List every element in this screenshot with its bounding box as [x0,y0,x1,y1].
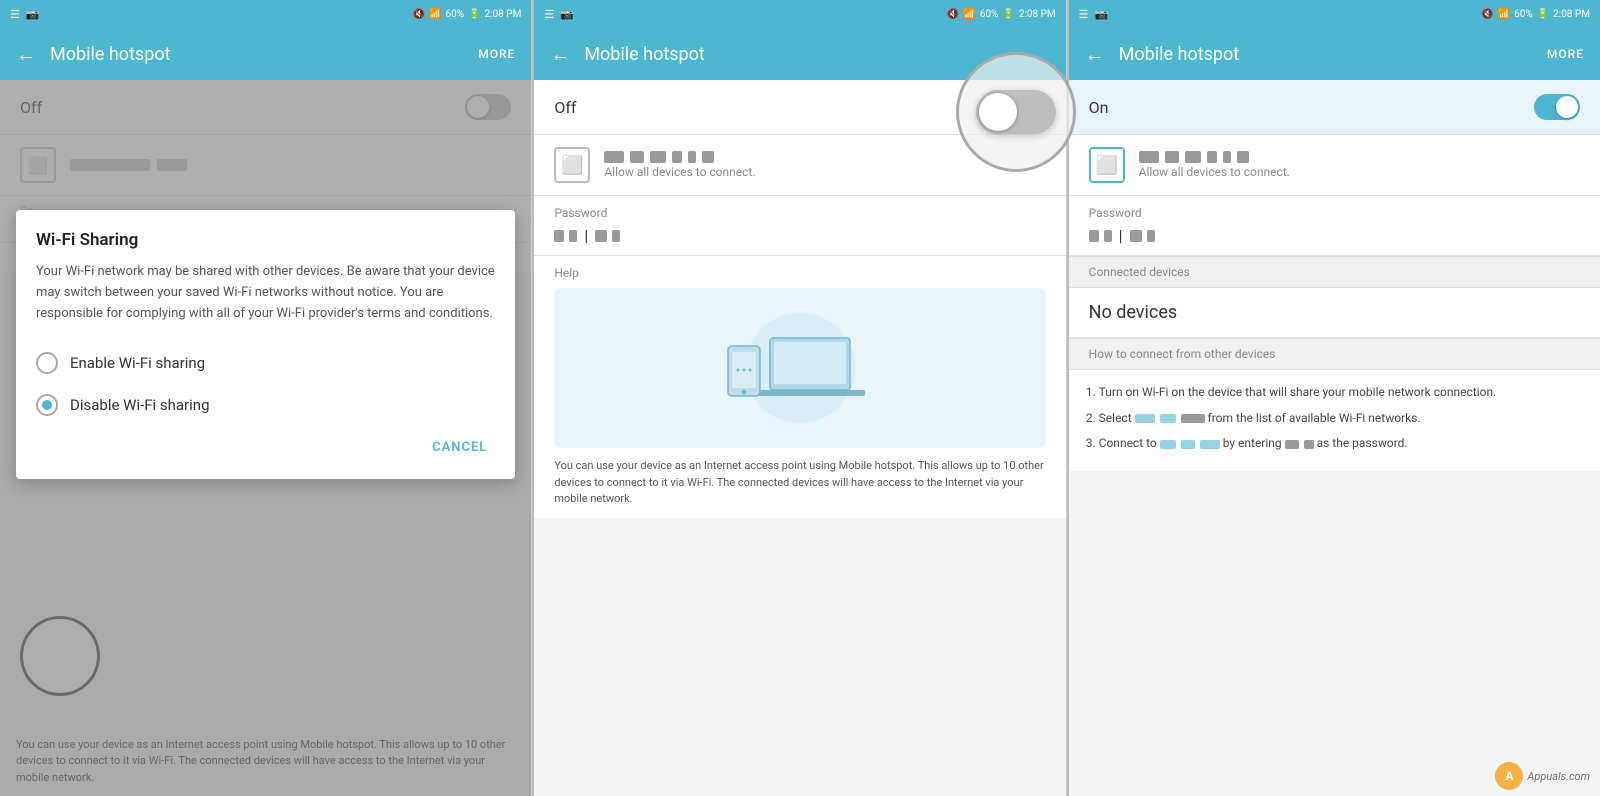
dialog-box-1: Wi-Fi Sharing Your Wi-Fi network may be … [16,210,515,479]
phone-panel-2: ☰ 📷 🔇 📶 60% 🔋 2:08 PM ← Mobile hotspot O… [534,0,1066,796]
more-button-1[interactable]: MORE [478,47,515,61]
mute-icon-1: 🔇 [413,9,425,20]
network-info-3: Allow all devices to connect. [1139,151,1580,179]
radio-disable[interactable] [36,394,58,416]
how-to-step-2: Select from the list of available Wi-Fi … [1099,408,1580,430]
how-to-step-1: Turn on Wi-Fi on the device that will sh… [1099,382,1580,404]
network-sub-3: Allow all devices to connect. [1139,165,1580,179]
status-bar-2: ☰ 📷 🔇 📶 60% 🔋 2:08 PM [534,0,1065,28]
password-section-3: Password | [1069,196,1600,256]
menu-icon-3: ☰ [1079,8,1089,21]
camera-icon-1: 📷 [26,8,40,21]
dialog-option-disable[interactable]: Disable Wi-Fi sharing [36,384,495,426]
time-2: 2:08 PM [1019,9,1056,20]
network-name-3 [1139,151,1580,163]
status-bar-3: ☰ 📷 🔇 📶 60% 🔋 2:08 PM [1069,0,1600,28]
status-bar-right-1: 🔇 📶 60% 🔋 2:08 PM [413,9,522,20]
network-sub-2: Allow all devices to connect. [604,165,1045,179]
app-title-1: Mobile hotspot [50,44,478,65]
dialog-cancel-row: CANCEL [36,436,495,459]
camera-icon-3: 📷 [1095,8,1109,21]
help-section-2: Help You can use your device as an Inte [534,256,1065,518]
status-bar-left-2: ☰ 📷 [544,8,574,21]
phone-panel-3: ☰ 📷 🔇 📶 60% 🔋 2:08 PM ← Mobile hotspot M… [1069,0,1600,796]
back-arrow-3[interactable]: ← [1085,42,1105,67]
password-dots-2: | [554,226,1045,245]
radio-inner-selected [42,400,52,410]
help-text-2: You can use your device as an Internet a… [554,458,1045,508]
menu-icon-1: ☰ [10,8,20,21]
dialog-body-1: Your Wi-Fi network may be shared with ot… [36,262,495,324]
how-to-step-3: Connect to by entering as the password. [1099,433,1580,455]
mute-icon-3: 🔇 [1481,9,1493,20]
network-icon-3: ⬜ [1089,147,1125,183]
battery-icon-2: 🔋 [1002,9,1014,20]
network-icon-2: ⬜ [554,147,590,183]
illustration-svg [700,303,900,433]
back-arrow-1[interactable]: ← [16,42,36,67]
dialog-title-1: Wi-Fi Sharing [36,230,495,250]
menu-icon-2: ☰ [544,8,554,21]
status-bar-right-3: 🔇 📶 60% 🔋 2:08 PM [1481,9,1590,20]
battery-pct-1: 60% [445,9,464,20]
password-dots-3: | [1089,226,1580,245]
connected-devices-header: Connected devices [1069,256,1600,288]
camera-icon-2: 📷 [560,8,574,21]
phone-panel-1: ☰ 📷 🔇 📶 60% 🔋 2:08 PM ← Mobile hotspot M… [0,0,532,796]
password-label-2: Password [554,206,1045,220]
app-bar-1: ← Mobile hotspot MORE [0,28,531,80]
signal-icon-2: 📶 [963,9,975,20]
watermark-text: Appuals.com [1527,770,1590,783]
status-bar-left-1: ☰ 📷 [10,8,40,21]
dialog-overlay-1: Wi-Fi Sharing Your Wi-Fi network may be … [0,80,531,796]
time-1: 2:08 PM [485,9,522,20]
signal-icon-3: 📶 [1498,9,1510,20]
app-title-2: Mobile hotspot [584,44,1049,65]
watermark-icon: A [1495,762,1523,790]
dialog-option-disable-label: Disable Wi-Fi sharing [70,396,210,414]
toggle-row-3: On [1069,80,1600,135]
dialog-option-enable-label: Enable Wi-Fi sharing [70,354,205,372]
dialog-option-enable[interactable]: Enable Wi-Fi sharing [36,342,495,384]
status-bar-1: ☰ 📷 🔇 📶 60% 🔋 2:08 PM [0,0,531,28]
toggle-switch-3[interactable] [1534,94,1580,120]
radio-enable[interactable] [36,352,58,374]
circle-highlight-2 [956,52,1076,172]
app-bar-3: ← Mobile hotspot MORE [1069,28,1600,80]
signal-icon-1: 📶 [429,9,441,20]
network-row-3: ⬜ Allow all devices to connect. [1069,135,1600,196]
dialog-cancel-button[interactable]: CANCEL [424,436,495,459]
toggle-label-2: Off [554,98,576,117]
help-label-2: Help [554,266,1045,280]
how-to-connect-header: How to connect from other devices [1069,338,1600,370]
battery-pct-2: 60% [980,9,999,20]
no-devices-label: No devices [1069,288,1600,338]
battery-icon-3: 🔋 [1537,9,1549,20]
password-section-2: Password | [534,196,1065,256]
mute-icon-2: 🔇 [947,9,959,20]
back-arrow-2[interactable]: ← [550,42,570,67]
app-title-3: Mobile hotspot [1119,44,1547,65]
watermark: A Appuals.com [1495,762,1590,790]
illustration-2 [554,288,1045,448]
content-area-1: Off ⬜ Pa... vx... H... You can use your … [0,80,531,796]
battery-icon-1: 🔋 [468,9,480,20]
status-bar-right-2: 🔇 📶 60% 🔋 2:08 PM [947,9,1056,20]
battery-pct-3: 60% [1514,9,1533,20]
status-bar-left-3: ☰ 📷 [1079,8,1109,21]
password-label-3: Password [1089,206,1580,220]
more-button-3[interactable]: MORE [1547,47,1584,61]
how-to-list: Turn on Wi-Fi on the device that will sh… [1069,370,1600,471]
toggle-label-3: On [1089,98,1109,117]
time-3: 2:08 PM [1553,9,1590,20]
